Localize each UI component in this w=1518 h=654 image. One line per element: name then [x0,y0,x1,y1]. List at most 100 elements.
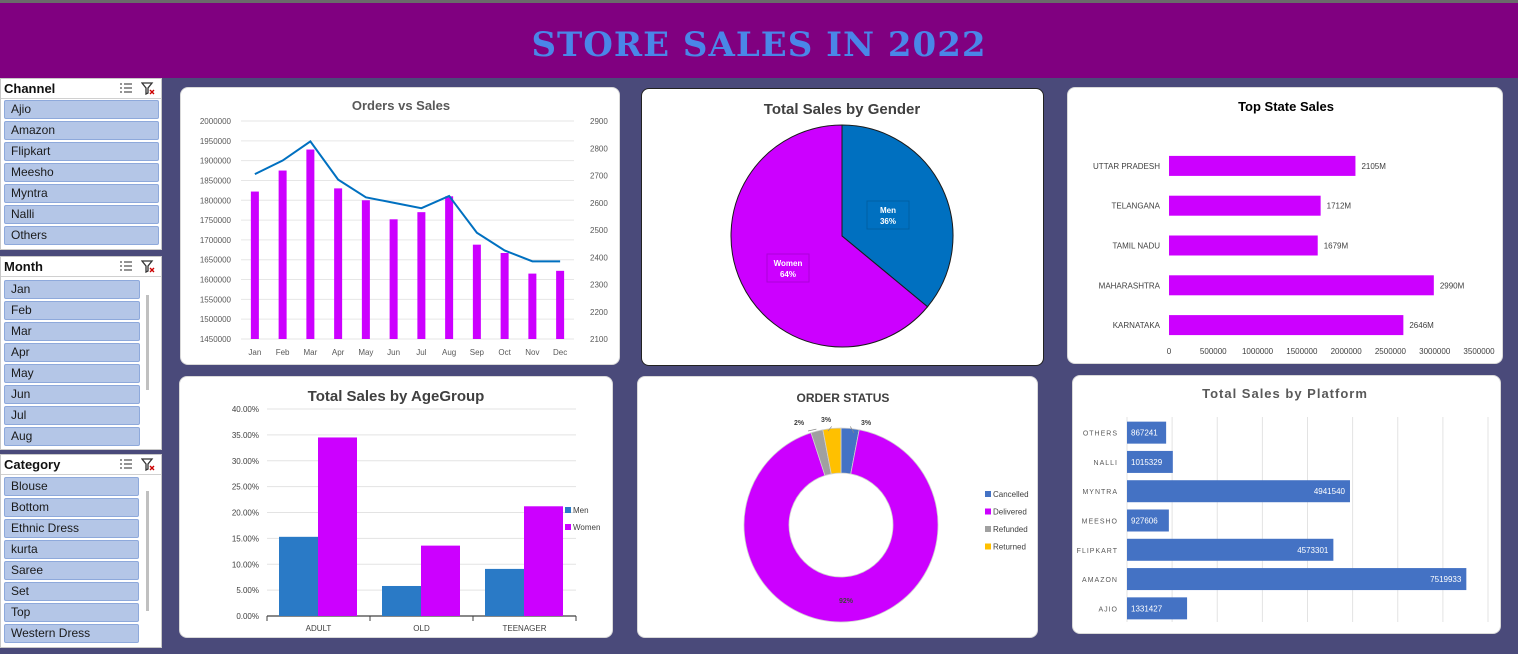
slicer-item[interactable]: kurta [4,540,139,559]
bar-value-label: 4941540 [1314,487,1346,496]
state-bar [1169,235,1318,256]
slicer-item[interactable]: Myntra [4,184,159,203]
multi-select-icon[interactable] [119,458,133,470]
chart-title: ORDER STATUS [797,391,890,405]
slicer-item[interactable]: Mar [4,322,140,341]
slicer-item[interactable]: Jun [4,385,140,404]
y2-tick-label: 2300 [590,281,608,290]
sales-bar [417,212,426,339]
y-tick-label: 1900000 [200,157,232,166]
slicer-item[interactable]: Bottom [4,498,139,517]
slicer-item[interactable]: Feb [4,301,140,320]
sales-by-agegroup-chart: Total Sales by AgeGroup 40.00% 35.00% 30.0… [232,388,601,633]
sales-bar [278,170,287,339]
x-tick-label: Oct [498,348,511,357]
state-bar [1169,275,1434,296]
y2-tick-label: 2100 [590,335,608,344]
state-bar [1169,155,1356,176]
legend-label: Men [573,506,589,515]
slicer-item[interactable]: Apr [4,343,140,362]
bar-value-label: 1679M [1324,242,1349,251]
sales-bar [306,149,315,339]
category-slicer: Category Blouse Bottom Ethnic Dress kurta Sa… [0,454,162,648]
sales-bar [528,273,537,339]
legend-swatch [565,507,571,513]
agegroup-bar-women [524,506,563,616]
y-tick-label: MYNTRA [1082,489,1118,496]
slicer-item[interactable]: May [4,364,140,383]
y-tick-label: 5.00% [236,586,259,595]
x-tick-label: 1500000 [1286,347,1318,356]
y-tick-label: 1800000 [200,196,232,205]
y-tick-label: 0.00% [236,612,259,621]
slicer-item[interactable]: Meesho [4,163,159,182]
bar-value-label: 2990M [1440,281,1465,290]
legend-label: Delivered [993,508,1027,517]
clear-filter-icon[interactable] [141,82,155,95]
slicer-item[interactable]: Nalli [4,205,159,224]
y-tick-label: 10.00% [232,560,259,569]
x-tick-label: Aug [442,348,456,357]
agegroup-bar-women [421,545,460,616]
x-tick-label: Apr [332,348,345,357]
slicer-item[interactable]: Western Dress [4,624,139,643]
agegroup-bar-men [279,536,318,616]
x-tick-label: OLD [413,624,430,633]
slicer-item[interactable]: Others [4,226,159,245]
top-state-sales-panel: Top State Sales UTTAR PRADESH 2105M TELANG… [1067,87,1503,364]
leader-line [807,428,817,432]
sales-bar [361,200,370,339]
scrollbar[interactable] [146,295,149,390]
y-tick-label: TELANGANA [1112,202,1161,211]
slicer-item[interactable]: Set [4,582,139,601]
slicer-header: Category [1,455,161,475]
slicer-item[interactable]: Top [4,603,139,622]
slicer-item[interactable]: Ethnic Dress [4,519,139,538]
y-tick-label: NALLI [1094,460,1118,467]
y-tick-label: TAMIL NADU [1112,242,1160,251]
bar-value-label: 4573301 [1297,546,1329,555]
sales-by-platform-chart: Total Sales by Platform OTHERS 867241 NALL… [1077,386,1489,622]
y-tick-label: MAHARASHTRA [1099,281,1161,290]
multi-select-icon[interactable] [119,260,133,272]
y-tick-label: 1450000 [200,335,232,344]
slicer-item[interactable]: Jan [4,280,140,299]
y-tick-label: KARNATAKA [1113,321,1161,330]
slicer-item[interactable]: Amazon [4,121,159,140]
top-state-sales-chart: Top State Sales UTTAR PRADESH 2105M TELANG… [1093,99,1495,356]
x-tick-label: Jul [416,348,426,357]
y2-tick-label: 2700 [590,172,608,181]
x-tick-label: Nov [525,348,539,357]
clear-filter-icon[interactable] [141,458,155,471]
slice-name-label: Women [774,259,803,268]
x-tick-label: 1000000 [1242,347,1274,356]
scrollbar[interactable] [146,491,149,611]
slicer-item[interactable]: Aug [4,427,140,446]
sales-by-gender-panel: Total Sales by Gender Men 36% Women 64% [641,88,1044,366]
multi-select-icon[interactable] [119,82,133,94]
y2-tick-label: 2800 [590,144,608,153]
chart-title: Total Sales by Gender [764,101,921,118]
y-tick-label: 30.00% [232,457,259,466]
slice-pct-label: 64% [780,270,796,279]
slicer-item[interactable]: Saree [4,561,139,580]
slicer-item[interactable]: Blouse [4,477,139,496]
sales-bar [389,219,398,339]
x-tick-label: 500000 [1200,347,1227,356]
agegroup-bar-men [382,585,421,616]
slicer-title: Month [4,259,43,274]
legend-swatch [985,508,991,515]
y-tick-label: 2000000 [200,117,232,126]
x-tick-label: Mar [303,348,317,357]
clear-filter-icon[interactable] [141,260,155,273]
y-tick-label: FLIPKART [1077,548,1118,555]
x-tick-label: Dec [553,348,567,357]
y-tick-label: 20.00% [232,509,259,518]
bar-value-label: 2646M [1409,321,1434,330]
slicer-item[interactable]: Jul [4,406,140,425]
slicer-item[interactable]: Flipkart [4,142,159,161]
slicer-item[interactable]: Ajio [4,100,159,119]
state-bar [1169,195,1321,216]
legend-swatch [985,543,991,550]
x-tick-label: TEENAGER [502,624,546,633]
